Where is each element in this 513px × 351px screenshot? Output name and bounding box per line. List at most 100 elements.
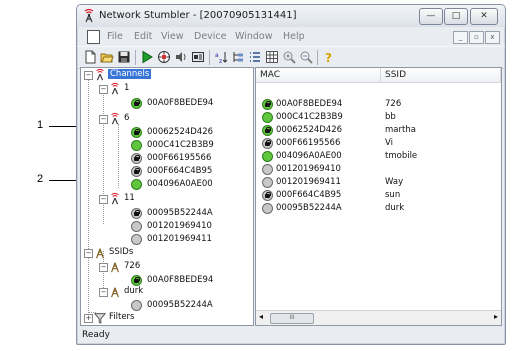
row-ssid[interactable]: bb [385, 112, 396, 122]
filter-icon [94, 313, 106, 324]
row-ssid[interactable]: martha [385, 125, 416, 135]
toolbar: az ? [77, 46, 505, 69]
row-ssid[interactable]: durk [385, 203, 404, 213]
tree-channels[interactable]: Channels [108, 69, 152, 79]
mdi-minimize-button[interactable]: _ [453, 31, 468, 44]
tree-node[interactable]: 00095B52244A [147, 208, 213, 218]
row-mac[interactable]: 000F66195566 [276, 138, 340, 148]
new-icon[interactable] [83, 50, 97, 64]
scroll-left-icon[interactable]: ◂ [259, 312, 263, 321]
row-mac[interactable]: 004096A0AE00 [276, 151, 342, 161]
signal-locked-icon [262, 190, 273, 201]
row-ssid[interactable]: sun [385, 190, 400, 200]
row-ssid[interactable]: tmobile [385, 151, 417, 161]
row-ssid[interactable]: Way [385, 177, 403, 187]
channels-collapse-toggle[interactable]: − [84, 71, 93, 80]
tower-icon [111, 287, 119, 298]
tree-ssid-durk[interactable]: durk [124, 286, 143, 296]
tree-filters[interactable]: Filters [109, 312, 134, 322]
row-mac[interactable]: 001201969410 [276, 164, 341, 174]
start-icon[interactable] [140, 50, 154, 64]
row-mac[interactable]: 000C41C2B3B9 [276, 112, 343, 122]
sound-icon[interactable] [174, 50, 188, 64]
tree-node[interactable]: 004096A0AE00 [147, 179, 213, 189]
horizontal-scrollbar[interactable]: ◂ III ▸ [256, 310, 501, 325]
menu-file[interactable]: File [107, 31, 123, 42]
column-header-mac[interactable]: MAC [256, 68, 381, 83]
column-header-ssid[interactable]: SSID [381, 68, 501, 83]
grid-icon[interactable] [265, 50, 279, 64]
tree-node[interactable]: 001201969410 [147, 221, 212, 231]
toolbar-separator [209, 50, 210, 65]
tree-node[interactable]: 001201969411 [147, 234, 212, 244]
zoom-out-icon[interactable] [299, 50, 313, 64]
callout-2-label: 2 [37, 173, 44, 185]
signal-locked-icon [262, 99, 273, 110]
menu-window[interactable]: Window [235, 31, 272, 42]
config-icon[interactable] [191, 50, 205, 64]
menu-device[interactable]: Device [194, 31, 227, 42]
signal-icon [262, 164, 273, 175]
scroll-thumb[interactable]: III [270, 313, 314, 324]
tree-node[interactable]: 00062524D426 [147, 127, 213, 137]
tree-ssids[interactable]: SSIDs [109, 247, 133, 257]
tree-panel[interactable]: − Channels − 1 00A0F8BEDE94 − 6 00062524… [80, 67, 254, 326]
row-mac[interactable]: 00095B52244A [276, 203, 342, 213]
ssids-collapse-toggle[interactable]: − [84, 249, 93, 258]
sort-icon[interactable]: az [214, 50, 228, 64]
antenna-app-icon [84, 9, 94, 23]
row-mac[interactable]: 000F664C4B95 [276, 190, 341, 200]
open-icon[interactable] [100, 50, 114, 64]
tree-node[interactable]: 000C41C2B3B9 [147, 140, 214, 150]
save-icon[interactable] [117, 50, 131, 64]
ssid-726-collapse-toggle[interactable]: − [99, 263, 108, 272]
toolbar-separator [317, 50, 318, 65]
menu-help[interactable]: Help [283, 31, 305, 42]
channel-6-collapse-toggle[interactable]: − [99, 115, 108, 124]
tree-node[interactable]: 000F664C4B95 [147, 166, 212, 176]
tree-node[interactable]: 00A0F8BEDE94 [147, 98, 213, 108]
antenna-icon [96, 69, 104, 81]
scan-icon[interactable] [157, 50, 171, 64]
mdi-close-button[interactable]: x [485, 31, 500, 44]
tree-node[interactable]: 00095B52244A [147, 300, 213, 310]
menu-edit[interactable]: Edit [134, 31, 152, 42]
tree-node[interactable]: 000F66195566 [147, 153, 211, 163]
help-icon[interactable]: ? [322, 50, 336, 64]
ap-list-panel[interactable]: MAC SSID 00A0F8BEDE94 726 000C41C2B3B9 bb 00… [255, 67, 502, 326]
row-mac[interactable]: 00A0F8BEDE94 [276, 99, 342, 109]
menu-view[interactable]: View [161, 31, 184, 42]
tree-channel-1[interactable]: 1 [124, 83, 129, 93]
scroll-right-icon[interactable]: ▸ [494, 312, 498, 321]
tree-ssid-726[interactable]: 726 [124, 261, 140, 271]
channel-11-collapse-toggle[interactable]: − [99, 195, 108, 204]
title-bar[interactable]: Network Stumbler - [20070905131441] — □ … [77, 5, 505, 27]
callout-1-label: 1 [37, 119, 44, 131]
tree-node[interactable]: 00A0F8BEDE94 [147, 275, 213, 285]
maximize-button[interactable]: □ [444, 8, 468, 25]
app-window: Network Stumbler - [20070905131441] — □ … [76, 4, 506, 345]
minimize-button[interactable]: — [419, 8, 443, 25]
row-mac[interactable]: 001201969411 [276, 177, 341, 187]
signal-locked-icon [131, 127, 142, 138]
list-icon[interactable] [248, 50, 262, 64]
filters-expand-toggle[interactable]: + [84, 314, 93, 323]
signal-locked-icon [131, 275, 142, 286]
signal-icon [262, 177, 273, 188]
document-icon[interactable] [87, 30, 100, 44]
svg-text:z: z [219, 58, 222, 64]
antenna-icon [111, 83, 119, 95]
ssid-durk-collapse-toggle[interactable]: − [99, 288, 108, 297]
signal-icon [131, 234, 142, 245]
mdi-restore-button[interactable]: ▫ [469, 31, 484, 44]
row-ssid[interactable]: Vi [385, 138, 393, 148]
close-button[interactable]: ✕ [470, 8, 498, 25]
signal-icon [131, 300, 142, 311]
tree-icon[interactable] [231, 50, 245, 64]
row-ssid[interactable]: 726 [385, 99, 401, 109]
tree-channel-11[interactable]: 11 [124, 193, 135, 203]
channel-1-collapse-toggle[interactable]: − [99, 85, 108, 94]
tree-channel-6[interactable]: 6 [124, 113, 129, 123]
zoom-in-icon[interactable] [282, 50, 296, 64]
row-mac[interactable]: 00062524D426 [276, 125, 342, 135]
